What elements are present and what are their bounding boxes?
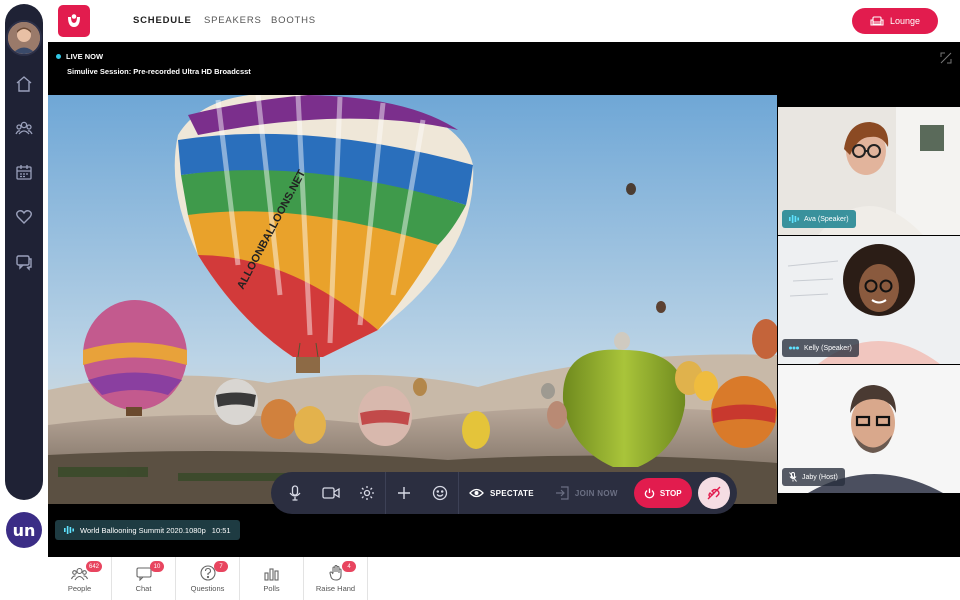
sidebar: un [0,0,48,600]
stream-file-name: World Ballooning Summit 2020.1080p [80,525,206,535]
plus-icon [398,487,410,499]
tab-chat[interactable]: 10 Chat [112,557,176,600]
sofa-icon [870,16,884,26]
audio-level-icon [789,215,799,223]
live-dot [56,54,61,59]
settings-button[interactable] [349,472,385,514]
enter-icon [555,486,569,500]
expand-icon[interactable] [940,51,952,64]
chat-icon [135,567,152,581]
stop-button[interactable]: STOP [633,478,692,508]
stream-time: 10:51 [211,525,231,535]
name-tag-ava: Ava (Speaker) [782,210,856,228]
people-icon [71,567,88,581]
add-button[interactable] [386,472,422,514]
microphone-button[interactable] [277,472,313,514]
raise-hand-icon [328,565,342,581]
eye-icon [469,488,484,498]
hang-up-icon [707,486,721,500]
heart-icon[interactable] [12,205,36,229]
lounge-label: Lounge [889,16,921,26]
nav-speakers[interactable]: SPEAKERS [204,15,262,26]
top-header: SCHEDULE SPEAKERS BOOTHS Lounge [48,0,960,42]
live-indicator: LIVE NOW [56,52,103,61]
speaker-name: Kelly (Speaker) [804,344,852,352]
home-icon[interactable] [12,72,36,96]
camera-button[interactable] [313,472,349,514]
tab-questions[interactable]: 7 Questions [176,557,240,600]
gear-icon [360,486,374,500]
tab-raise-hand[interactable]: 4 Raise Hand [304,557,368,600]
bottom-tabs: 642 People 10 Chat 7 Questions Polls 4 R… [48,557,960,600]
polls-icon [264,568,279,581]
user-avatar[interactable] [6,20,42,56]
tab-label: Chat [135,584,152,593]
stop-label: STOP [659,488,682,498]
leave-call-button[interactable] [697,477,730,509]
questions-count-badge: 7 [214,561,228,572]
control-bar: SPECTATE JOIN NOW STOP [271,472,737,514]
smiley-icon [432,485,448,501]
people-count-badge: 642 [86,561,103,572]
live-label: LIVE NOW [66,52,104,61]
speaker-name: Ava (Speaker) [804,215,849,223]
stage: LIVE NOW Simulive Session: Pre-recorded … [48,42,960,557]
mic-muted-icon [789,472,797,482]
spectate-label: SPECTATE [490,488,534,498]
speaker-tile-kelly[interactable]: Kelly (Speaker) [778,236,960,364]
spectate-button[interactable]: SPECTATE [469,488,534,498]
nav-booths[interactable]: BOOTHS [271,15,316,26]
messages-icon[interactable] [12,250,36,274]
chat-count-badge: 10 [150,561,164,572]
tab-polls[interactable]: Polls [240,557,304,600]
attendees-icon[interactable] [12,116,36,140]
camera-icon [322,487,340,499]
stream-info-tag: World Ballooning Summit 2020.1080p 10:51 [55,520,240,540]
brand-badge[interactable]: un [6,512,42,548]
tab-label: Questions [190,584,225,593]
audio-level-icon [64,526,74,534]
tab-label: Raise Hand [315,584,356,593]
nav-schedule[interactable]: SCHEDULE [133,15,192,26]
speaker-name: Jaby (Host) [802,473,838,481]
speaker-tile-jaby[interactable]: Jaby (Host) [778,365,960,493]
reactions-button[interactable] [422,472,458,514]
join-now-button[interactable]: JOIN NOW [555,486,618,500]
app-window: un SCHEDULE SPEAKERS BOOTHS Lounge LIVE … [0,0,960,600]
name-tag-kelly: Kelly (Speaker) [782,339,859,357]
lounge-button[interactable]: Lounge [852,8,938,34]
power-icon [644,488,655,498]
tab-people[interactable]: 642 People [48,557,112,600]
join-now-label: JOIN NOW [574,488,618,498]
speaker-tile-ava[interactable]: Ava (Speaker) [778,107,960,235]
raise-hand-count-badge: 4 [342,561,356,572]
app-logo[interactable] [58,5,90,37]
calendar-icon[interactable] [12,160,36,184]
session-title: Simulive Session: Pre-recorded Ultra HD … [67,67,251,76]
name-tag-jaby: Jaby (Host) [782,468,845,486]
tab-label: People [67,584,92,593]
control-divider [458,472,459,514]
tab-label: Polls [263,584,280,593]
main-video[interactable]: ALLOONBALLOONS.NET [48,95,777,504]
speaking-dots-icon [789,346,799,350]
microphone-icon [289,485,301,501]
